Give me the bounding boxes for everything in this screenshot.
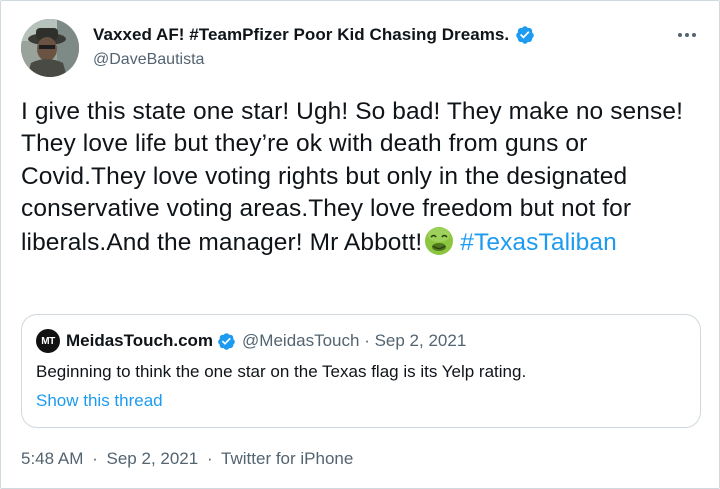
quoted-tweet-text: Beginning to think the one star on the T… (36, 362, 527, 381)
hashtag-link[interactable]: #TexasTaliban (460, 229, 617, 256)
tweet-date[interactable]: Sep 2, 2021 (107, 449, 199, 468)
footer-separator: · (206, 449, 213, 468)
more-dots-icon (678, 33, 696, 37)
show-thread-link[interactable]: Show this thread (36, 391, 163, 411)
tweet-source: Twitter for iPhone (221, 449, 354, 468)
verified-badge-icon (516, 26, 534, 44)
quoted-tweet[interactable]: MT MeidasTouch.com @MeidasTouch · Sep 2,… (21, 314, 701, 428)
more-options-button[interactable] (675, 23, 699, 47)
quoted-author-name[interactable]: MeidasTouch.com (66, 331, 213, 351)
quoted-verified-badge-icon (218, 332, 235, 350)
avatar-photo (21, 19, 79, 77)
quoted-handle-date: @MeidasTouch · Sep 2, 2021 (242, 331, 467, 350)
author-display-name[interactable]: Vaxxed AF! #TeamPfizer Poor Kid Chasing … (93, 25, 509, 45)
tweet-time[interactable]: 5:48 AM (21, 449, 83, 468)
author-handle[interactable]: @DaveBautista (93, 51, 535, 69)
avatar[interactable] (21, 19, 79, 77)
nauseated-face-emoji (425, 226, 454, 255)
footer-separator: · (92, 449, 98, 468)
tweet-card: Vaxxed AF! #TeamPfizer Poor Kid Chasing … (0, 0, 720, 489)
tweet-text: I give this state one star! Ugh! So bad!… (21, 96, 701, 259)
quoted-tweet-header: MT MeidasTouch.com @MeidasTouch · Sep 2,… (36, 329, 466, 353)
author-block: Vaxxed AF! #TeamPfizer Poor Kid Chasing … (93, 25, 535, 69)
tweet-footer: 5:48 AM · Sep 2, 2021 · Twitter for iPho… (21, 449, 357, 469)
quoted-avatar[interactable]: MT (36, 329, 60, 353)
